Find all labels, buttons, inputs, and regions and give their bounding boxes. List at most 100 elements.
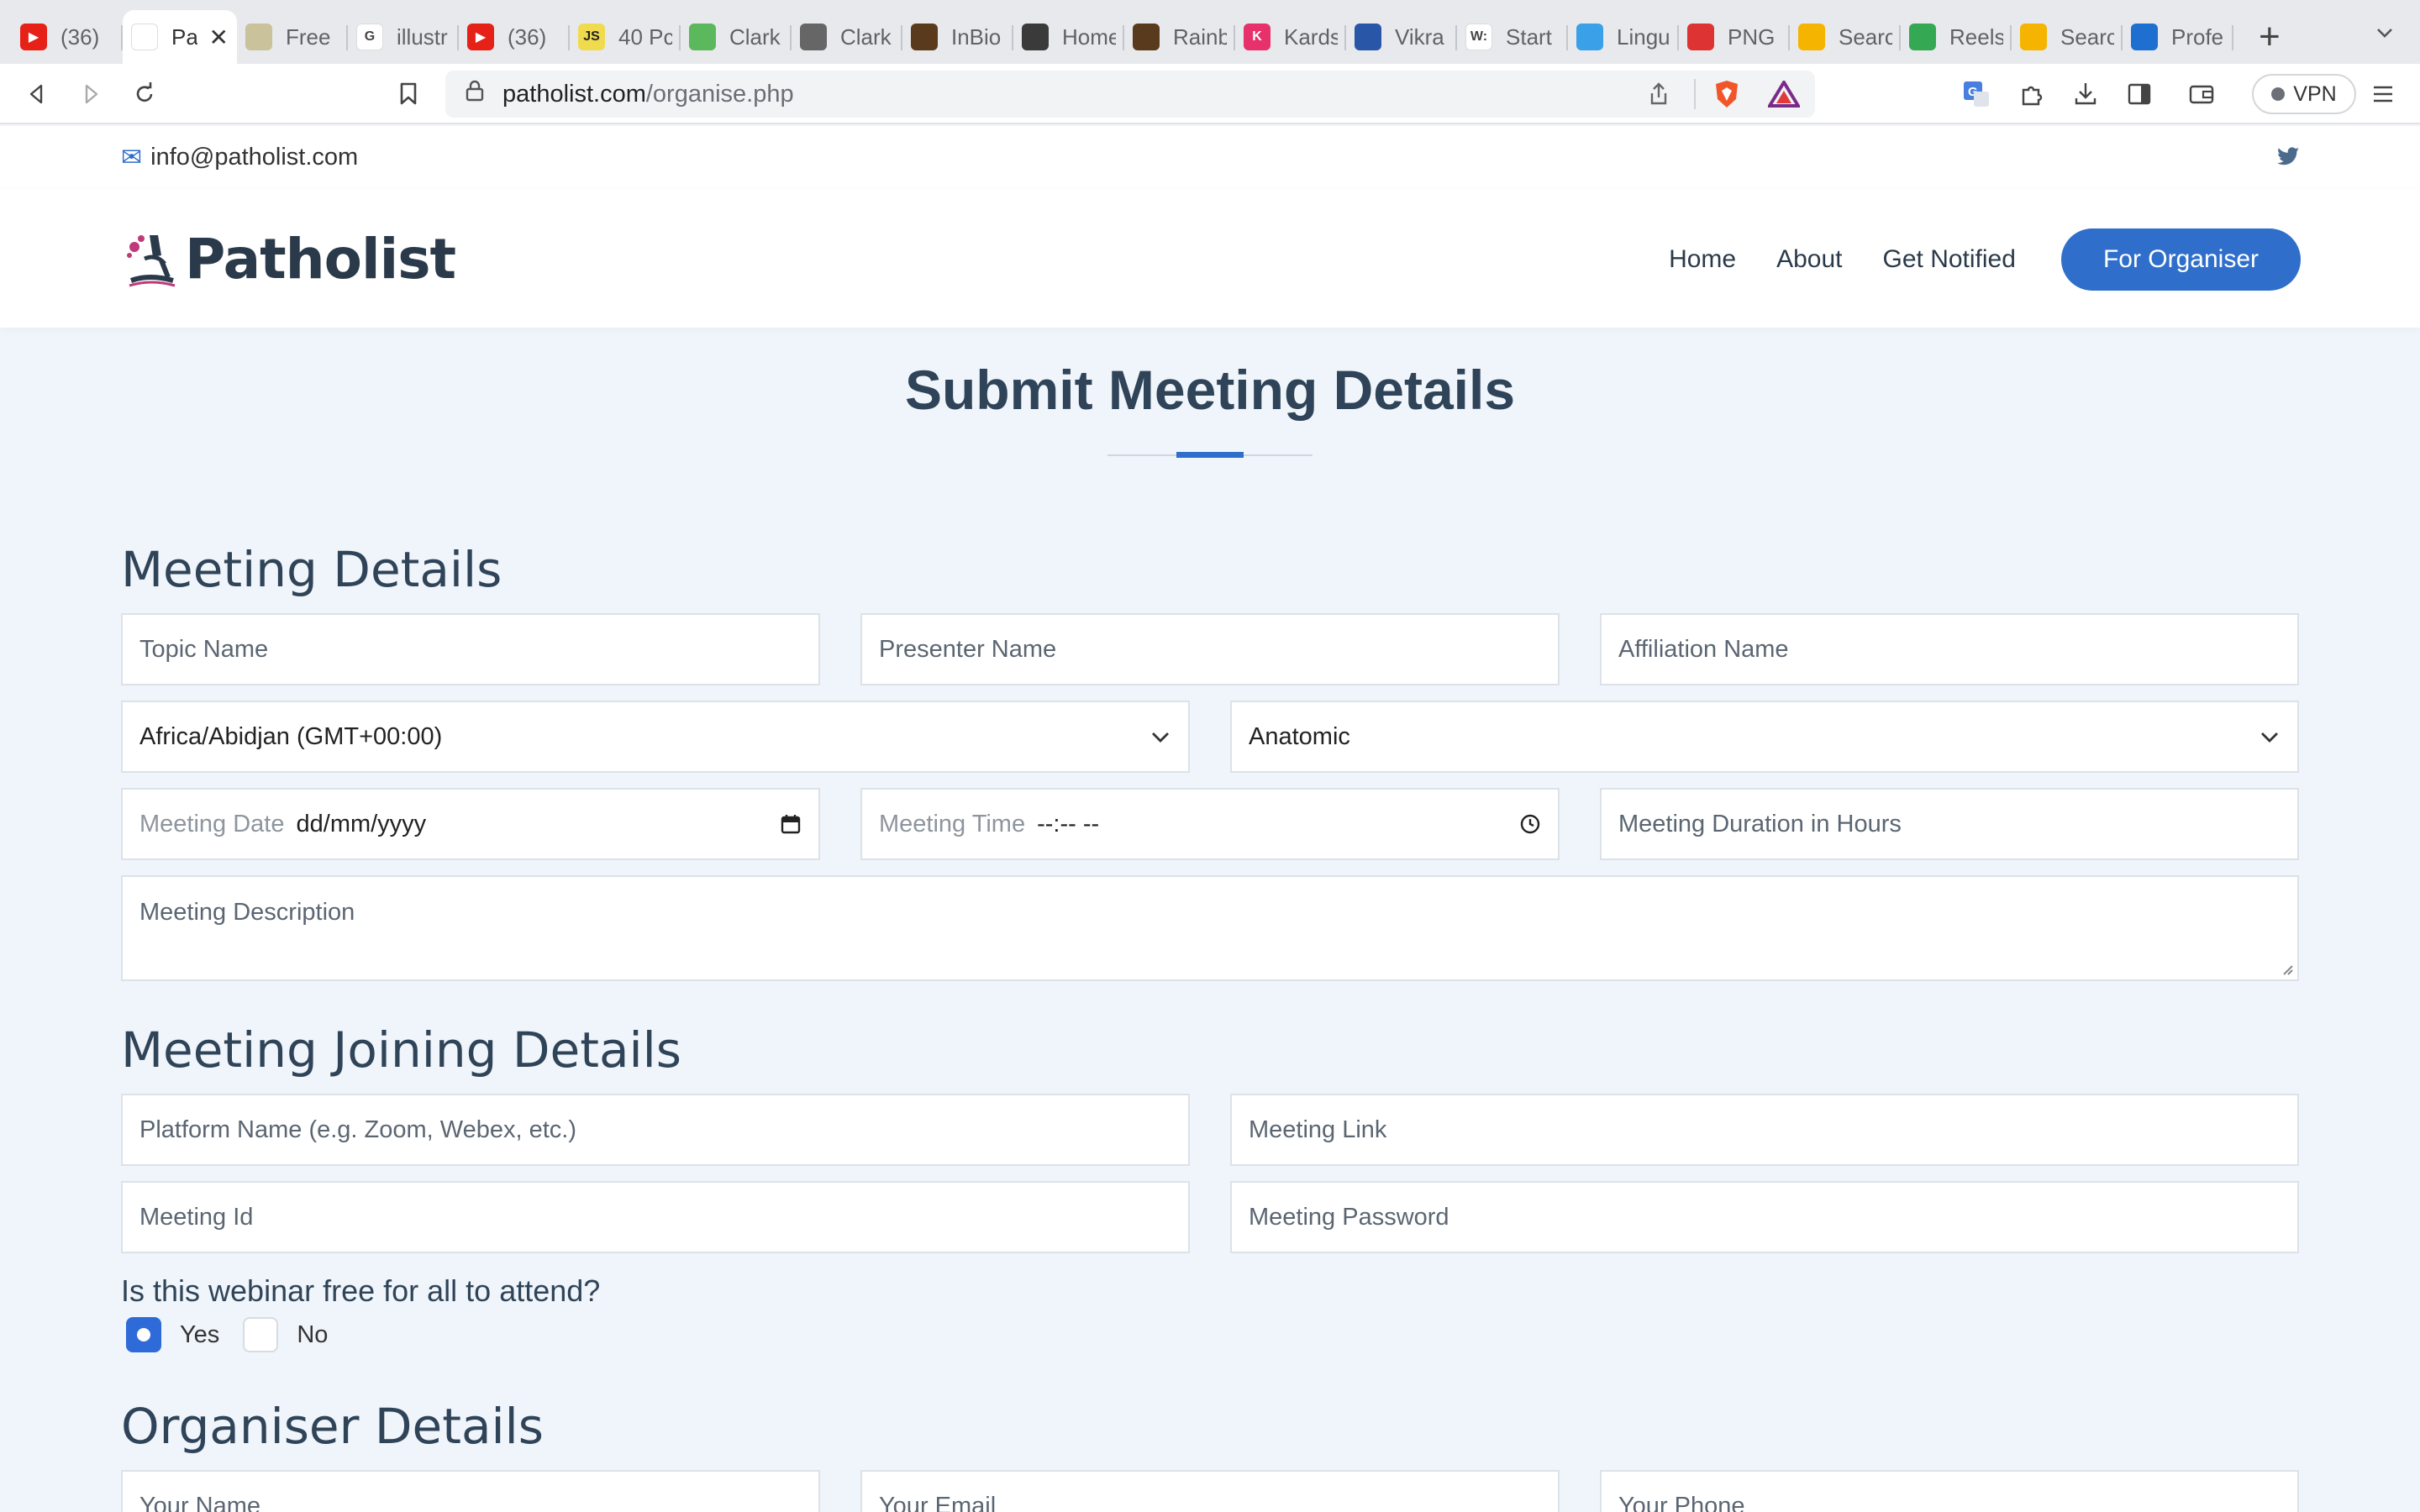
affiliation-name-input[interactable]: Affiliation Name [1600,613,2299,685]
photo-icon [911,24,938,50]
browser-tab-label: Lingu [1617,24,1670,50]
free-no-label[interactable]: No [297,1321,328,1349]
brave-rewards-icon[interactable] [1766,79,1802,114]
browser-tab-label: illustr [397,24,448,50]
back-icon[interactable] [20,77,54,111]
logo-text: Patholist [185,227,456,291]
nav-about[interactable]: About [1776,245,1842,274]
twitter-icon[interactable] [2272,141,2302,171]
leaf-icon [689,24,716,50]
browser-tab[interactable]: K Kards [1235,10,1346,64]
browser-tab-label: Start [1506,24,1552,50]
browser-tab[interactable]: ▶ (36) [459,10,570,64]
browser-tab-label: Clark [840,24,892,50]
platform-name-input[interactable]: Platform Name (e.g. Zoom, Webex, etc.) [121,1094,1190,1166]
browser-tab[interactable]: Searc [2012,10,2123,64]
free-yes-label[interactable]: Yes [180,1321,219,1349]
new-tab-icon[interactable]: + [2259,10,2281,64]
meeting-description-textarea[interactable]: Meeting Description [121,875,2299,981]
translate-icon[interactable]: G [1960,77,1993,111]
tab-list-chevron-icon[interactable] [2375,22,2395,49]
browser-tab-label: Searc [1839,24,1892,50]
address-bar[interactable]: patholist.com/organise.php [445,71,1815,118]
share-icon[interactable] [1649,82,1669,113]
meeting-time-input[interactable]: Meeting Time --:-- -- [860,788,1560,860]
free-webinar-options: Yes No [126,1317,351,1352]
browser-tab-label: Pa [171,24,197,50]
browser-tab[interactable]: Free [237,10,348,64]
download-icon[interactable] [2069,77,2102,111]
site-top-bar: ✉ info@patholist.com [0,126,2420,190]
browser-tab[interactable]: JS 40 Pc [570,10,681,64]
microscope-logo-icon [127,234,176,286]
browser-tab[interactable]: Searc [1790,10,1901,64]
your-phone-input[interactable]: Your Phone [1600,1470,2299,1512]
browser-tab[interactable]: PNG [1679,10,1790,64]
free-no-radio[interactable] [243,1317,279,1352]
drive-icon [1798,24,1825,50]
browser-tab[interactable]: Lingu [1568,10,1679,64]
organiser-details-heading: Organiser Details [121,1398,544,1455]
for-organiser-button[interactable]: For Organiser [2060,228,2301,291]
timezone-select[interactable]: Africa/Abidjan (GMT+00:00) [121,701,1190,773]
calendar-icon[interactable] [780,813,802,835]
chevron-down-icon [2261,732,2278,743]
site-logo[interactable]: Patholist [124,227,456,291]
your-name-input[interactable]: Your Name [121,1470,820,1512]
browser-tab[interactable]: Profe [2123,10,2233,64]
meeting-details-heading: Meeting Details [121,541,502,598]
extensions-icon[interactable] [2015,77,2049,111]
your-email-input[interactable]: Your Email [860,1470,1560,1512]
image-icon [245,24,272,50]
google-icon: G [356,24,383,50]
browser-tab[interactable]: Pa ✕ [123,10,237,64]
brave-shield-icon[interactable] [1712,79,1741,116]
meeting-password-input[interactable]: Meeting Password [1230,1181,2299,1253]
clock-icon[interactable] [1519,813,1541,835]
browser-tab[interactable]: Clark [792,10,902,64]
browser-tab-label: Rainb [1173,24,1227,50]
lock-icon [466,80,484,108]
reload-icon[interactable] [128,77,161,111]
menu-icon[interactable] [2366,77,2400,111]
browser-tab[interactable]: InBio [902,10,1013,64]
presenter-name-input[interactable]: Presenter Name [860,613,1560,685]
meeting-id-input[interactable]: Meeting Id [121,1181,1190,1253]
browser-tab-label: Free [286,24,331,50]
browser-tab[interactable]: Rainb [1124,10,1235,64]
main-nav: Home About Get Notified For Organiser [1628,228,2301,291]
w-icon: W: [1465,24,1492,50]
nav-get-notified[interactable]: Get Notified [1883,245,2016,274]
meeting-time-value: --:-- -- [1037,810,1100,837]
meeting-duration-input[interactable]: Meeting Duration in Hours [1600,788,2299,860]
contact-email[interactable]: ✉ info@patholist.com [121,143,358,172]
browser-tab[interactable]: Reels [1901,10,2012,64]
browser-tab[interactable]: Gillustr [348,10,459,64]
browser-tab[interactable]: W: Start [1457,10,1568,64]
bookmark-icon[interactable] [392,77,425,111]
k-icon: K [1244,24,1270,50]
browser-tab[interactable]: Home [1013,10,1124,64]
sidebar-icon[interactable] [2123,77,2156,111]
wallet-icon[interactable] [2185,77,2218,111]
url-host: patholist.com [502,80,646,108]
browser-tab[interactable]: Clark [681,10,792,64]
vpn-button[interactable]: VPN [2252,74,2356,114]
free-yes-radio[interactable] [126,1317,161,1352]
meeting-date-input[interactable]: Meeting Date dd/mm/yyyy [121,788,820,860]
page-title: Submit Meeting Details [904,359,1516,421]
vpn-label: VPN [2293,81,2337,106]
browser-tab[interactable]: Vikra [1346,10,1457,64]
resize-handle-icon[interactable] [2279,961,2294,976]
meeting-link-input[interactable]: Meeting Link [1230,1094,2299,1166]
forward-icon[interactable] [74,77,108,111]
nav-home[interactable]: Home [1669,245,1736,274]
category-select[interactable]: Anatomic [1230,701,2299,773]
close-tab-icon[interactable]: ✕ [209,24,229,51]
topic-name-input[interactable]: Topic Name [121,613,820,685]
meeting-date-label: Meeting Date [139,810,285,837]
title-accent-bar [1176,452,1244,458]
browser-tab-label: Profe [2171,24,2224,50]
browser-tab[interactable]: ▶ (36) [12,10,123,64]
meeting-time-label: Meeting Time [879,810,1026,837]
